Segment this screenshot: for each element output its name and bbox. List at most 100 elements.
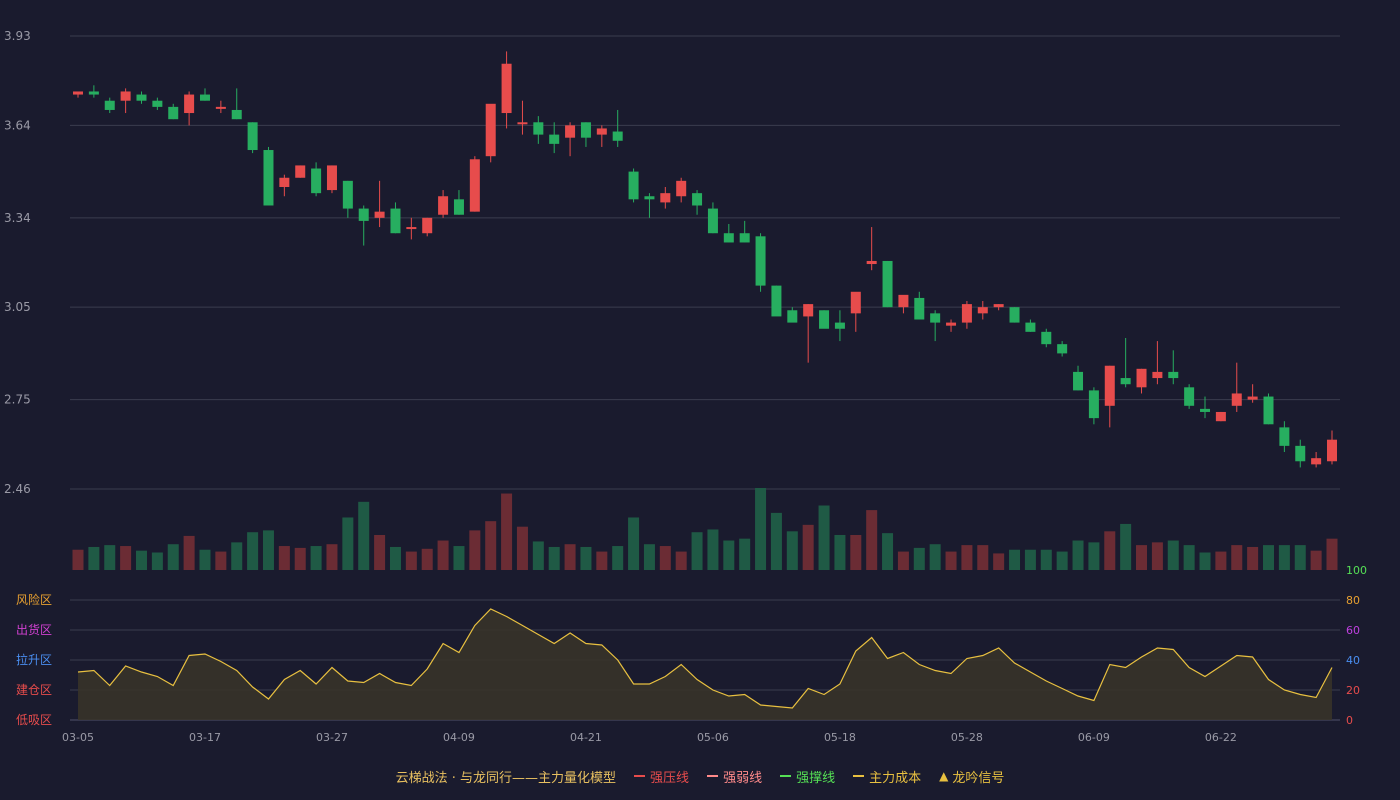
candle-body xyxy=(1025,322,1036,332)
date-tick-label: 05-18 xyxy=(824,731,856,744)
candle-body xyxy=(517,122,528,125)
candle-body xyxy=(961,304,972,323)
candle xyxy=(834,310,845,342)
legend-item-strength[interactable]: 强弱线 xyxy=(707,767,762,786)
volume-bar xyxy=(421,548,433,570)
candle-body xyxy=(1311,458,1322,465)
volume-bar xyxy=(612,546,624,570)
volume-bar xyxy=(961,545,973,570)
date-tick-label: 03-17 xyxy=(189,731,221,744)
candle xyxy=(1231,362,1242,412)
candle-body xyxy=(803,304,814,317)
candle xyxy=(1215,411,1226,422)
candle-body xyxy=(898,294,909,308)
volume-bar xyxy=(945,551,957,570)
volume-bar xyxy=(1278,545,1290,570)
candle-body xyxy=(422,217,433,234)
volume-bar xyxy=(1183,545,1195,570)
legend-title: 云梯战法 · 与龙同行——主力量化模型 xyxy=(395,770,617,786)
volume-bar xyxy=(1024,549,1036,570)
candle xyxy=(1073,365,1084,391)
volume-bar xyxy=(262,530,274,570)
candle-body xyxy=(279,177,290,187)
candle xyxy=(533,116,544,144)
volume-bar xyxy=(199,549,211,570)
candle-body xyxy=(1279,427,1290,446)
volume-bar xyxy=(453,546,465,570)
volume-bar xyxy=(1294,545,1306,570)
volume-bar xyxy=(850,534,862,570)
volume-bar xyxy=(72,549,84,570)
candle-body xyxy=(73,91,83,95)
volume-bar xyxy=(596,551,608,570)
candle-body xyxy=(342,180,353,209)
indicator-tick-label: 0 xyxy=(1346,714,1353,727)
legend-item-signal[interactable]: ▲ 龙吟信号 xyxy=(939,767,1004,786)
volume-bar xyxy=(628,517,640,570)
volume-bar xyxy=(501,493,513,570)
legend-label-cost: 主力成本 xyxy=(869,770,922,786)
candle-body xyxy=(1200,408,1211,412)
candle-body xyxy=(263,150,274,206)
candle-body xyxy=(771,285,782,317)
date-tick-label: 06-22 xyxy=(1205,731,1237,744)
volume-bar xyxy=(247,532,259,570)
volume-bar xyxy=(278,546,290,570)
candle xyxy=(136,91,147,104)
candlestick-series xyxy=(73,51,1337,468)
indicator-area xyxy=(78,609,1332,720)
volume-bar xyxy=(834,534,846,570)
candle-body xyxy=(533,122,544,135)
candle xyxy=(739,220,750,243)
legend-swatch-strength xyxy=(707,775,719,777)
legend-item-pressure[interactable]: 强压线 xyxy=(634,767,689,786)
candle xyxy=(168,103,179,120)
indicator-tick-label: 80 xyxy=(1346,594,1360,607)
volume-bar xyxy=(231,542,243,570)
candle xyxy=(88,85,99,98)
candle xyxy=(612,109,623,147)
volume-bar xyxy=(310,546,322,570)
volume-bar xyxy=(882,533,894,570)
legend-item-support[interactable]: 强撑线 xyxy=(780,767,835,786)
candle-body xyxy=(1152,371,1163,379)
candle-body xyxy=(644,196,655,200)
candle-body xyxy=(882,260,893,308)
candle xyxy=(374,180,385,228)
candle xyxy=(390,202,401,234)
volume-bar xyxy=(215,551,227,570)
volume-bar xyxy=(675,551,687,570)
candle-body xyxy=(104,100,115,110)
candle xyxy=(501,51,512,129)
indicator-axis: 0 20 40 60 80 100 xyxy=(1346,564,1367,727)
volume-bar xyxy=(1040,549,1052,570)
candle-body xyxy=(501,63,512,114)
volume-bar xyxy=(993,553,1005,570)
volume-bar xyxy=(1009,549,1021,570)
legend-label-signal: 龙吟信号 xyxy=(952,770,1005,786)
candle-body xyxy=(358,208,369,221)
candle xyxy=(1057,341,1068,357)
volume-bar xyxy=(374,534,386,570)
candle xyxy=(1104,365,1115,428)
candle-body xyxy=(247,122,258,151)
candle xyxy=(803,304,814,363)
legend-label-support: 强撑线 xyxy=(796,770,836,786)
price-tick-label: 3.34 xyxy=(4,211,31,225)
candle-body xyxy=(612,131,623,141)
volume-bar xyxy=(151,552,163,570)
candle xyxy=(231,88,242,120)
candle xyxy=(676,177,687,203)
volume-bar xyxy=(739,538,751,570)
indicator-tick-label: 20 xyxy=(1346,684,1360,697)
date-tick-label: 03-27 xyxy=(316,731,348,744)
candle xyxy=(1041,328,1052,348)
candle-body xyxy=(184,94,195,114)
candle-body xyxy=(1184,387,1195,406)
candle xyxy=(1311,452,1322,468)
candle xyxy=(596,125,607,147)
legend-item-cost[interactable]: 主力成本 xyxy=(853,767,921,786)
volume-bar xyxy=(294,547,306,570)
candle xyxy=(120,88,131,114)
volume-bar xyxy=(929,544,941,570)
